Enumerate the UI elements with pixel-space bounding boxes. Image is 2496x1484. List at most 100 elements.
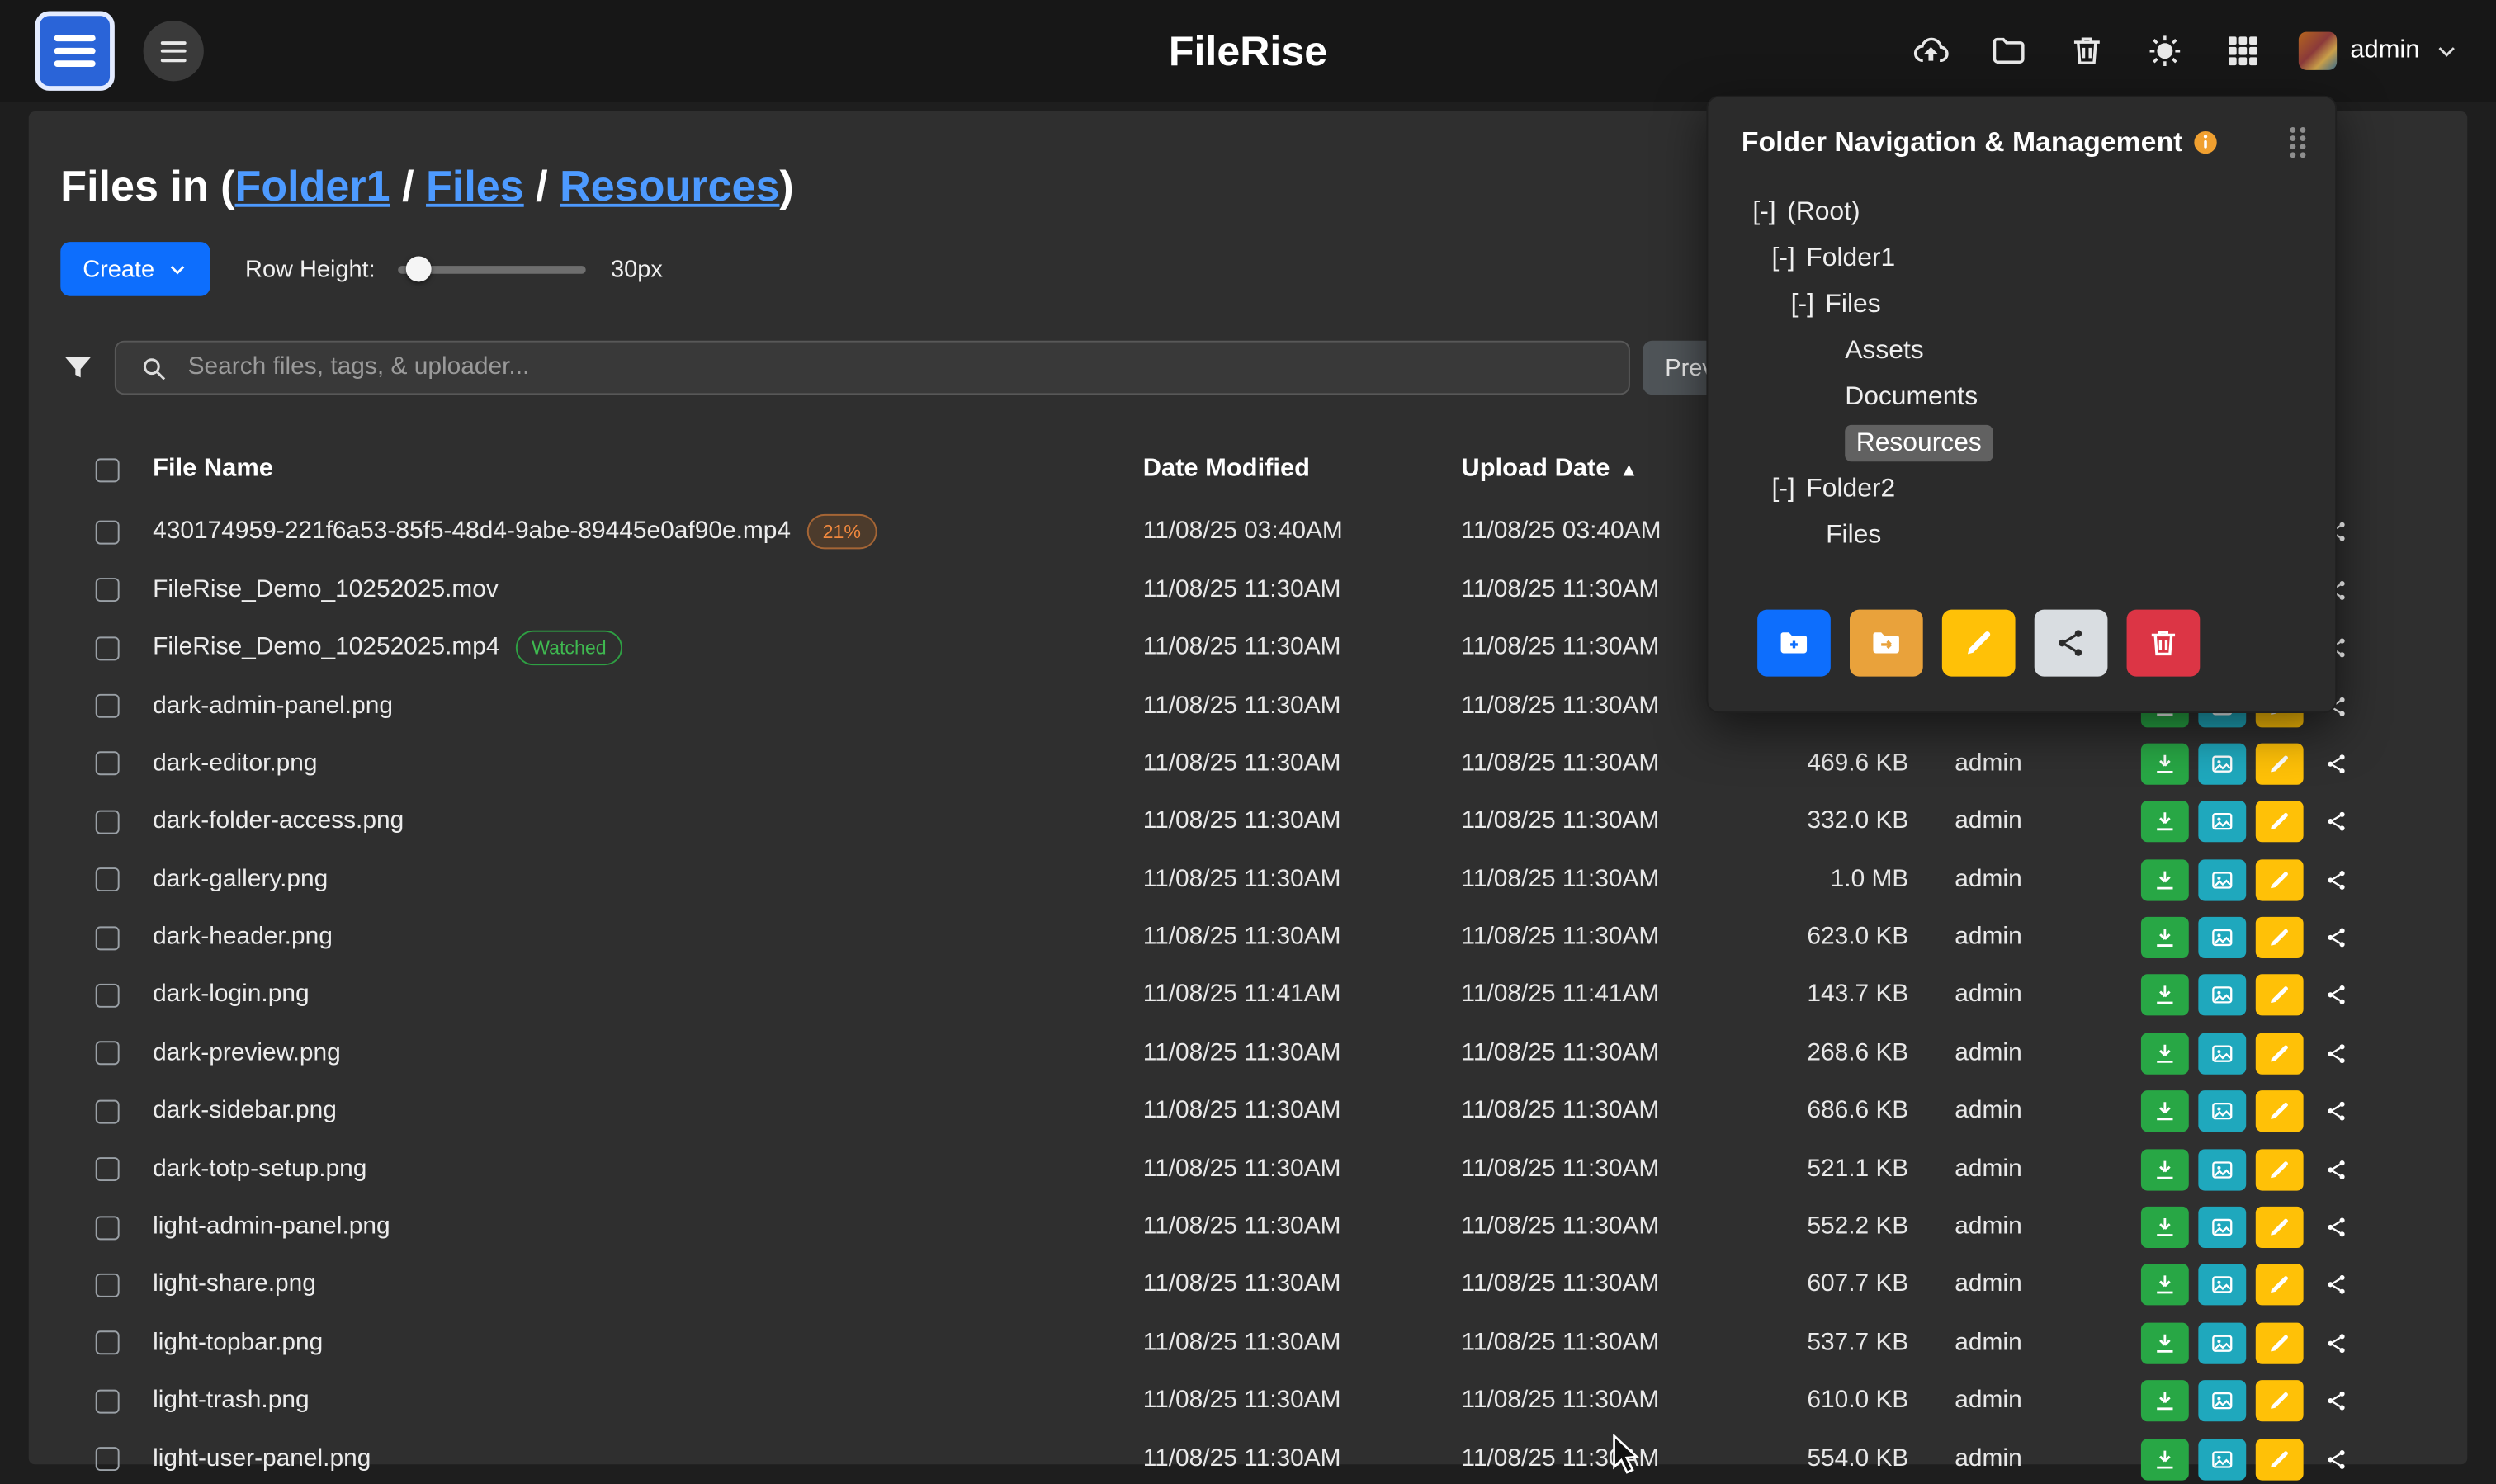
- folder-tree-item[interactable]: Assets: [1708, 328, 2335, 374]
- filter-icon[interactable]: [60, 351, 115, 385]
- share-button[interactable]: [2313, 1207, 2361, 1248]
- download-button[interactable]: [2141, 1091, 2189, 1132]
- edit-button[interactable]: [2256, 1091, 2304, 1132]
- slider-thumb[interactable]: [405, 257, 431, 282]
- preview-button[interactable]: [2198, 1264, 2246, 1306]
- share-button[interactable]: [2313, 1091, 2361, 1132]
- folder-tree-item[interactable]: Documents: [1708, 374, 2335, 420]
- file-name[interactable]: dark-editor.png: [153, 749, 317, 778]
- theme-toggle-icon[interactable]: [2144, 29, 2188, 73]
- download-button[interactable]: [2141, 975, 2189, 1016]
- share-button[interactable]: [2313, 1380, 2361, 1421]
- collapse-toggle[interactable]: [-]: [1771, 475, 1794, 505]
- edit-button[interactable]: [2256, 1439, 2304, 1480]
- download-button[interactable]: [2141, 743, 2189, 784]
- select-all-checkbox[interactable]: [95, 458, 119, 482]
- file-name[interactable]: FileRise_Demo_10252025.mp4: [153, 634, 499, 663]
- create-folder-button[interactable]: [1757, 610, 1831, 677]
- user-menu[interactable]: admin: [2300, 32, 2461, 70]
- file-name[interactable]: dark-sidebar.png: [153, 1097, 337, 1126]
- row-checkbox[interactable]: [95, 1447, 119, 1471]
- edit-button[interactable]: [2256, 1380, 2304, 1421]
- share-button[interactable]: [2313, 743, 2361, 784]
- file-name[interactable]: dark-admin-panel.png: [153, 692, 393, 721]
- download-button[interactable]: [2141, 1322, 2189, 1363]
- menu-button[interactable]: [144, 21, 204, 81]
- edit-button[interactable]: [2256, 917, 2304, 958]
- edit-button[interactable]: [2256, 1264, 2304, 1306]
- row-checkbox[interactable]: [95, 636, 119, 660]
- share-button[interactable]: [2313, 859, 2361, 900]
- download-button[interactable]: [2141, 1380, 2189, 1421]
- file-name[interactable]: dark-gallery.png: [153, 866, 328, 895]
- folder-tree-label[interactable]: Resources: [1845, 425, 1993, 461]
- edit-button[interactable]: [2256, 1149, 2304, 1190]
- download-button[interactable]: [2141, 1149, 2189, 1190]
- collapse-toggle[interactable]: [-]: [1752, 197, 1775, 228]
- column-header-file-name[interactable]: File Name: [153, 456, 1143, 484]
- row-checkbox[interactable]: [95, 694, 119, 718]
- collapse-toggle[interactable]: [-]: [1791, 290, 1814, 320]
- preview-button[interactable]: [2198, 1439, 2246, 1480]
- preview-button[interactable]: [2198, 1322, 2246, 1363]
- share-button[interactable]: [2313, 975, 2361, 1016]
- file-name[interactable]: light-admin-panel.png: [153, 1213, 390, 1242]
- folder-tree-label[interactable]: Folder2: [1806, 475, 1895, 505]
- file-name[interactable]: light-user-panel.png: [153, 1444, 371, 1473]
- file-name[interactable]: light-share.png: [153, 1271, 316, 1300]
- preview-button[interactable]: [2198, 859, 2246, 900]
- preview-button[interactable]: [2198, 1033, 2246, 1074]
- download-button[interactable]: [2141, 917, 2189, 958]
- search-input[interactable]: [185, 352, 1613, 385]
- edit-button[interactable]: [2256, 1322, 2304, 1363]
- edit-button[interactable]: [2256, 801, 2304, 843]
- file-name[interactable]: light-topbar.png: [153, 1329, 323, 1358]
- row-checkbox[interactable]: [95, 926, 119, 950]
- row-checkbox[interactable]: [95, 1216, 119, 1240]
- create-button[interactable]: Create: [60, 242, 210, 296]
- folder-tree-label[interactable]: Files: [1825, 290, 1880, 320]
- row-checkbox[interactable]: [95, 1331, 119, 1355]
- download-button[interactable]: [2141, 859, 2189, 900]
- download-button[interactable]: [2141, 1207, 2189, 1248]
- file-name[interactable]: dark-totp-setup.png: [153, 1155, 366, 1184]
- row-checkbox[interactable]: [95, 520, 119, 544]
- row-checkbox[interactable]: [95, 1157, 119, 1181]
- preview-button[interactable]: [2198, 1207, 2246, 1248]
- download-button[interactable]: [2141, 1439, 2189, 1480]
- upload-icon[interactable]: [1909, 29, 1954, 73]
- edit-button[interactable]: [2256, 1033, 2304, 1074]
- delete-folder-button[interactable]: [2127, 610, 2201, 677]
- row-checkbox[interactable]: [95, 1274, 119, 1297]
- preview-button[interactable]: [2198, 975, 2246, 1016]
- folder-tree-item[interactable]: [-] (Root): [1708, 189, 2335, 235]
- row-checkbox[interactable]: [95, 984, 119, 1008]
- folder-tree-item[interactable]: [-] Files: [1708, 281, 2335, 328]
- folder-tree-label[interactable]: Files: [1826, 521, 1881, 551]
- edit-button[interactable]: [2256, 743, 2304, 784]
- file-name[interactable]: light-trash.png: [153, 1387, 309, 1415]
- folder-tree-item[interactable]: [-] Folder2: [1708, 466, 2335, 513]
- preview-button[interactable]: [2198, 1149, 2246, 1190]
- drag-handle-icon[interactable]: [2286, 125, 2309, 158]
- preview-button[interactable]: [2198, 743, 2246, 784]
- row-checkbox[interactable]: [95, 752, 119, 776]
- share-button[interactable]: [2313, 1264, 2361, 1306]
- row-checkbox[interactable]: [95, 579, 119, 603]
- file-name[interactable]: dark-folder-access.png: [153, 807, 404, 836]
- column-header-date-modified[interactable]: Date Modified: [1143, 456, 1462, 484]
- collapse-toggle[interactable]: [-]: [1771, 243, 1794, 274]
- file-name[interactable]: dark-login.png: [153, 981, 309, 1010]
- folder-tree-label[interactable]: Assets: [1845, 336, 1924, 366]
- folder-tree-item[interactable]: Files: [1708, 513, 2335, 559]
- move-folder-button[interactable]: [1850, 610, 1923, 677]
- share-button[interactable]: [2313, 1149, 2361, 1190]
- folder-icon[interactable]: [1988, 29, 2032, 73]
- share-folder-button[interactable]: [2035, 610, 2108, 677]
- apps-grid-icon[interactable]: [2221, 29, 2266, 73]
- trash-icon[interactable]: [2065, 29, 2110, 73]
- share-button[interactable]: [2313, 801, 2361, 843]
- row-height-slider[interactable]: [398, 265, 586, 273]
- download-button[interactable]: [2141, 1033, 2189, 1074]
- preview-button[interactable]: [2198, 1091, 2246, 1132]
